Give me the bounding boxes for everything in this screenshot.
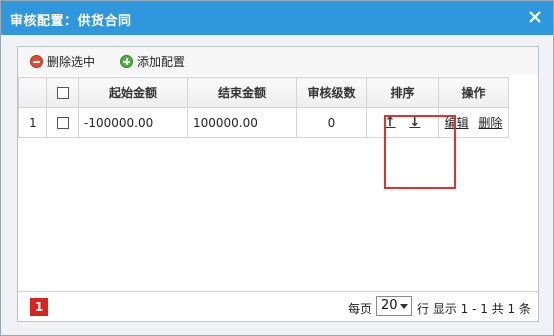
dialog-window: 审核配置：供货合同 删除选中 添加配置 起始金额 结束金额 审核级数 排序 操作… [0, 0, 554, 336]
add-config-label: 添加配置 [137, 54, 186, 69]
sort-header[interactable]: 排序 [366, 77, 439, 108]
page-size-select[interactable]: 20 [376, 296, 412, 316]
select-all-header [46, 77, 79, 108]
edit-link[interactable]: 编辑 [445, 116, 469, 130]
toolbar: 删除选中 添加配置 [18, 47, 538, 75]
row-number-header [18, 77, 47, 108]
start-amount-cell: -100000.00 [78, 107, 188, 138]
select-all-checkbox[interactable] [56, 87, 69, 99]
dialog-title: 审核配置：供货合同 [10, 14, 132, 29]
pagination-bar: 1 每页 20 行 显示 1 - 1 共 1 条 [18, 291, 538, 321]
move-down-icon[interactable]: ↓ [409, 115, 420, 130]
move-up-icon[interactable]: ↑ [385, 115, 396, 130]
pagination-summary: 行 显示 1 - 1 共 1 条 [417, 302, 531, 316]
end-amount-header[interactable]: 结束金额 [187, 77, 297, 108]
per-page-prefix: 每页 [348, 302, 373, 316]
delete-selected-button[interactable]: 删除选中 [30, 53, 95, 69]
levels-header[interactable]: 审核级数 [296, 77, 367, 108]
row-checkbox-cell [46, 107, 79, 138]
actions-cell: 编辑 删除 [438, 107, 509, 138]
add-config-button[interactable]: 添加配置 [120, 53, 185, 69]
table-row[interactable]: 1 -100000.00 100000.00 0 ↑ ↓ 编辑 删除 [18, 107, 509, 138]
sort-cell: ↑ ↓ [366, 107, 439, 138]
row-checkbox[interactable] [56, 117, 69, 129]
delete-selected-label: 删除选中 [47, 54, 96, 69]
page-number-button[interactable]: 1 [30, 298, 48, 316]
page-size-value: 20 [381, 298, 398, 313]
minus-circle-icon [30, 54, 43, 68]
levels-cell: 0 [296, 107, 367, 138]
chevron-down-icon [400, 304, 408, 309]
plus-circle-icon [120, 54, 133, 68]
start-amount-header[interactable]: 起始金额 [78, 77, 188, 108]
config-panel: 删除选中 添加配置 起始金额 结束金额 审核级数 排序 操作 1 -100000… [17, 46, 539, 322]
actions-header: 操作 [438, 77, 509, 108]
close-icon[interactable] [527, 9, 543, 25]
table-header-row: 起始金额 结束金额 审核级数 排序 操作 [18, 77, 509, 108]
row-number: 1 [18, 107, 47, 138]
config-table: 起始金额 结束金额 审核级数 排序 操作 1 -100000.00 100000… [18, 77, 509, 138]
delete-link[interactable]: 删除 [478, 116, 502, 130]
title-bar[interactable]: 审核配置：供货合同 [1, 1, 553, 35]
end-amount-cell: 100000.00 [187, 107, 297, 138]
